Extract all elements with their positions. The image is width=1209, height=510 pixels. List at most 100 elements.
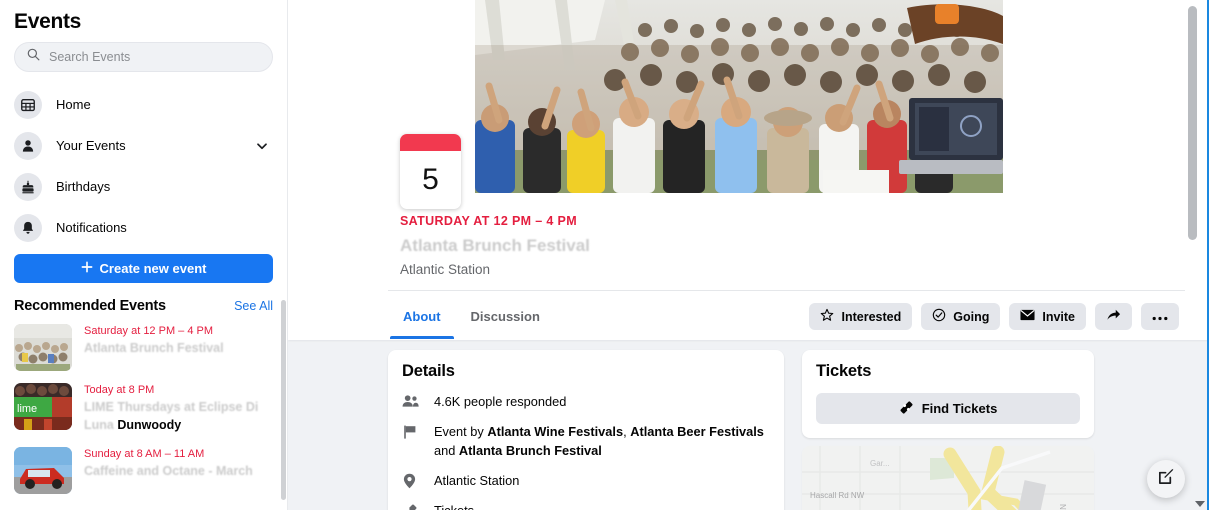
page-root: Events Search Events Home Your Events Bi… bbox=[0, 0, 1209, 510]
event-name: LIME Thursdays at Eclipse Di Luna Dunwoo… bbox=[84, 400, 259, 432]
event-tabs-row: About Discussion Interested Going Invite bbox=[388, 294, 1191, 339]
ticket-icon bbox=[899, 400, 914, 418]
location-pin-icon bbox=[402, 472, 420, 489]
detail-row-tickets: Tickets bbox=[402, 502, 770, 510]
calendar-grid-icon bbox=[14, 90, 42, 119]
find-tickets-label: Find Tickets bbox=[921, 401, 998, 416]
chevron-down-icon[interactable] bbox=[255, 139, 269, 153]
event-info: Saturday at 12 PM – 4 PM Atlanta Brunch … bbox=[84, 324, 224, 358]
share-arrow-icon bbox=[1106, 308, 1121, 325]
detail-text: Atlantic Station bbox=[434, 472, 520, 488]
person-icon bbox=[14, 131, 42, 160]
see-all-link[interactable]: See All bbox=[234, 299, 273, 313]
svg-text:Gar...: Gar... bbox=[870, 459, 890, 468]
svg-text:NW: NW bbox=[1058, 504, 1067, 510]
compose-edit-button[interactable] bbox=[1147, 460, 1185, 498]
detail-text: 4.6K people responded bbox=[434, 394, 567, 409]
details-heading: Details bbox=[402, 362, 455, 380]
page-title: Events bbox=[14, 10, 82, 33]
tickets-heading: Tickets bbox=[816, 362, 872, 380]
event-time: Saturday at 12 PM – 4 PM bbox=[84, 325, 214, 337]
event-title: Atlanta Brunch Festival bbox=[400, 236, 590, 255]
divider bbox=[388, 290, 1185, 291]
tab-about[interactable]: About bbox=[388, 294, 456, 339]
sidebar-item-your-events[interactable]: Your Events bbox=[8, 125, 279, 166]
going-button[interactable]: Going bbox=[921, 303, 1001, 330]
event-thumbnail bbox=[14, 324, 72, 371]
recommended-events-header: Recommended Events See All bbox=[0, 283, 287, 318]
sidebar-nav: Home Your Events Birthdays Notifications bbox=[0, 72, 287, 248]
find-tickets-button[interactable]: Find Tickets bbox=[816, 393, 1080, 424]
sidebar-item-birthdays[interactable]: Birthdays bbox=[8, 166, 279, 207]
event-time: Today at 8 PM bbox=[84, 384, 155, 396]
detail-row-organizer: Event by Atlanta Wine Festivals, Atlanta… bbox=[402, 423, 770, 460]
sidebar-item-home[interactable]: Home bbox=[8, 84, 279, 125]
event-datetime: SATURDAY AT 12 PM – 4 PM bbox=[400, 214, 577, 228]
detail-row-location: Atlantic Station bbox=[402, 472, 770, 490]
organizer-3[interactable]: Atlanta Brunch Festival bbox=[459, 443, 602, 458]
check-circle-icon bbox=[932, 308, 946, 325]
recommended-events-title: Recommended Events bbox=[14, 298, 166, 314]
bell-icon bbox=[14, 213, 42, 242]
search-input[interactable]: Search Events bbox=[14, 42, 273, 72]
list-item[interactable]: Sunday at 8 AM – 11 AM Caffeine and Octa… bbox=[14, 441, 273, 500]
list-item[interactable]: Saturday at 12 PM – 4 PM Atlanta Brunch … bbox=[14, 318, 273, 377]
event-name-obscured: LIME Thursdays at Eclipse Di Luna bbox=[84, 400, 259, 432]
event-hero: 5 SATURDAY AT 12 PM – 4 PM Atlanta Brunc… bbox=[288, 0, 1209, 340]
create-event-container: Create new event bbox=[0, 248, 287, 283]
search-container: Search Events bbox=[0, 40, 287, 72]
create-new-event-label: Create new event bbox=[99, 261, 207, 276]
event-venue: Atlantic Station bbox=[400, 262, 491, 277]
event-location-map[interactable]: Hascall Rd NW Deering Rd NW Gar... NW bbox=[802, 446, 1094, 510]
event-thumbnail bbox=[14, 446, 72, 494]
search-placeholder: Search Events bbox=[49, 49, 131, 64]
detail-text: Event by Atlanta Wine Festivals, Atlanta… bbox=[434, 424, 764, 458]
event-main-content: 5 SATURDAY AT 12 PM – 4 PM Atlanta Brunc… bbox=[288, 0, 1209, 510]
main-scrollbar-track[interactable] bbox=[1188, 0, 1203, 510]
going-label: Going bbox=[953, 309, 990, 324]
event-info: Today at 8 PM LIME Thursdays at Eclipse … bbox=[84, 383, 273, 435]
organizer-2[interactable]: Atlanta Beer Festivals bbox=[630, 424, 764, 439]
event-thumbnail: lime bbox=[14, 383, 72, 430]
ticket-icon bbox=[402, 502, 420, 510]
details-card: Details 4.6K people responded Event by A… bbox=[388, 350, 784, 510]
scroll-down-caret[interactable] bbox=[1195, 501, 1205, 507]
tickets-column: Tickets Find Tickets Hascall Rd NW Gar..… bbox=[802, 350, 1094, 510]
event-name: Atlanta Brunch Festival bbox=[84, 341, 224, 355]
share-button[interactable] bbox=[1095, 303, 1132, 330]
main-scrollbar-thumb[interactable] bbox=[1188, 6, 1197, 240]
create-new-event-button[interactable]: Create new event bbox=[14, 254, 273, 283]
event-date-badge: 5 bbox=[400, 134, 461, 209]
event-cover-photo[interactable] bbox=[475, 0, 1003, 193]
tickets-card: Tickets Find Tickets bbox=[802, 350, 1094, 438]
plus-icon bbox=[81, 261, 93, 276]
svg-text:lime: lime bbox=[17, 403, 37, 415]
more-options-button[interactable] bbox=[1141, 303, 1179, 330]
date-badge-day: 5 bbox=[422, 163, 439, 196]
sidebar-item-notifications[interactable]: Notifications bbox=[8, 207, 279, 248]
details-column: Details 4.6K people responded Event by A… bbox=[388, 350, 784, 510]
sidebar-item-label: Your Events bbox=[56, 138, 126, 153]
search-icon bbox=[27, 48, 40, 66]
invite-button[interactable]: Invite bbox=[1009, 303, 1086, 330]
events-sidebar: Events Search Events Home Your Events Bi… bbox=[0, 0, 288, 510]
organizer-1[interactable]: Atlanta Wine Festivals bbox=[487, 424, 623, 439]
date-badge-top bbox=[400, 134, 461, 151]
recommended-events-list: Saturday at 12 PM – 4 PM Atlanta Brunch … bbox=[0, 318, 287, 500]
detail-text: Tickets bbox=[434, 502, 474, 510]
interested-button[interactable]: Interested bbox=[809, 303, 913, 330]
sidebar-item-label: Home bbox=[56, 97, 91, 112]
list-item[interactable]: lime Today at 8 PM LIME Thursdays at Ecl… bbox=[14, 377, 273, 441]
cake-icon bbox=[14, 172, 42, 201]
envelope-icon bbox=[1020, 309, 1035, 324]
star-icon bbox=[820, 308, 834, 325]
event-name: Caffeine and Octane - March bbox=[84, 463, 253, 478]
tab-discussion[interactable]: Discussion bbox=[456, 294, 555, 339]
sidebar-item-label: Birthdays bbox=[56, 179, 111, 194]
detail-row-responded: 4.6K people responded bbox=[402, 393, 770, 411]
sidebar-scrollbar[interactable] bbox=[281, 300, 286, 500]
map-label-0: Hascall Rd NW bbox=[810, 491, 865, 500]
event-action-buttons: Interested Going Invite bbox=[809, 303, 1191, 330]
event-info: Sunday at 8 AM – 11 AM Caffeine and Octa… bbox=[84, 447, 253, 481]
event-time: Sunday at 8 AM – 11 AM bbox=[84, 447, 205, 460]
